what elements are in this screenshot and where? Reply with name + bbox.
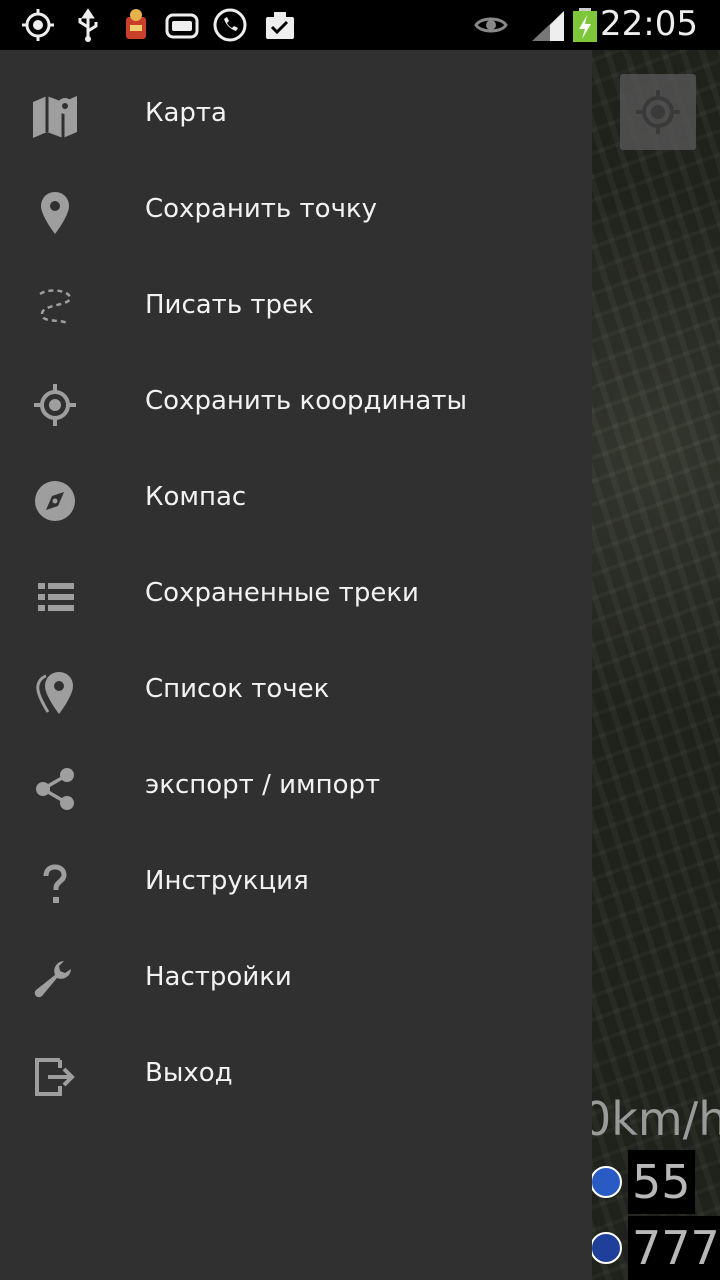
menu-label: экспорт / импорт [145,770,381,800]
clock: 22:05 [600,4,698,44]
crosshair-icon [34,384,76,426]
menu-label: Сохранить координаты [145,386,468,416]
navigation-drawer: Карта Сохранить точку Писать трек Сохран… [0,50,592,1280]
menu-item-save-coordinates[interactable]: Сохранить координаты [0,356,592,452]
menu-item-instructions[interactable]: Инструкция [0,836,592,932]
map-icon [33,96,77,138]
list-icon [38,583,74,611]
pin-list-icon [36,672,73,714]
menu-label: Инструкция [145,866,309,896]
menu-item-save-point[interactable]: Сохранить точку [0,164,592,260]
distance-value: 777 [628,1216,720,1280]
battery-charging-icon [573,8,597,42]
speed-limit-value: 55 [628,1150,695,1214]
gps-icon [22,9,54,41]
menu-item-settings[interactable]: Настройки [0,932,592,1028]
track-icon [39,289,72,326]
crosshair-icon [636,90,680,134]
turn-sign-icon [590,1166,622,1198]
menu-item-export-import[interactable]: экспорт / импорт [0,740,592,836]
menu-label: Выход [145,1058,233,1088]
location-pin-icon [41,192,69,234]
menu-item-saved-tracks[interactable]: Сохраненные треки [0,548,592,644]
menu-label: Карта [145,98,227,128]
menu-item-record-track[interactable]: Писать трек [0,260,592,356]
menu-label: Сохранить точку [145,194,378,224]
status-bar: 22:05 [0,0,720,50]
speed-readout: 0km/h [582,1092,720,1146]
exit-icon [35,1058,75,1096]
eye-icon [474,17,508,33]
phone-call-icon [213,8,247,42]
menu-label: Список точек [145,674,330,704]
my-location-button[interactable] [620,74,696,150]
menu-label: Компас [145,482,247,512]
menu-label: Писать трек [145,290,314,320]
compass-icon [35,481,75,521]
share-icon [36,768,74,810]
menu-item-exit[interactable]: Выход [0,1028,592,1124]
gamepad-icon [165,13,199,39]
menu-item-map[interactable]: Карта [0,68,592,164]
signal-icon [532,11,564,41]
menu-item-points-list[interactable]: Список точек [0,644,592,740]
app-notification-icon [126,9,146,39]
checkered-sign-icon [590,1232,622,1264]
menu-label: Настройки [145,962,292,992]
menu-label: Сохраненные треки [145,578,419,608]
wrench-icon [34,961,71,998]
usb-icon [78,8,98,42]
help-icon [43,864,67,903]
clipboard-check-icon [266,12,294,39]
menu-item-compass[interactable]: Компас [0,452,592,548]
